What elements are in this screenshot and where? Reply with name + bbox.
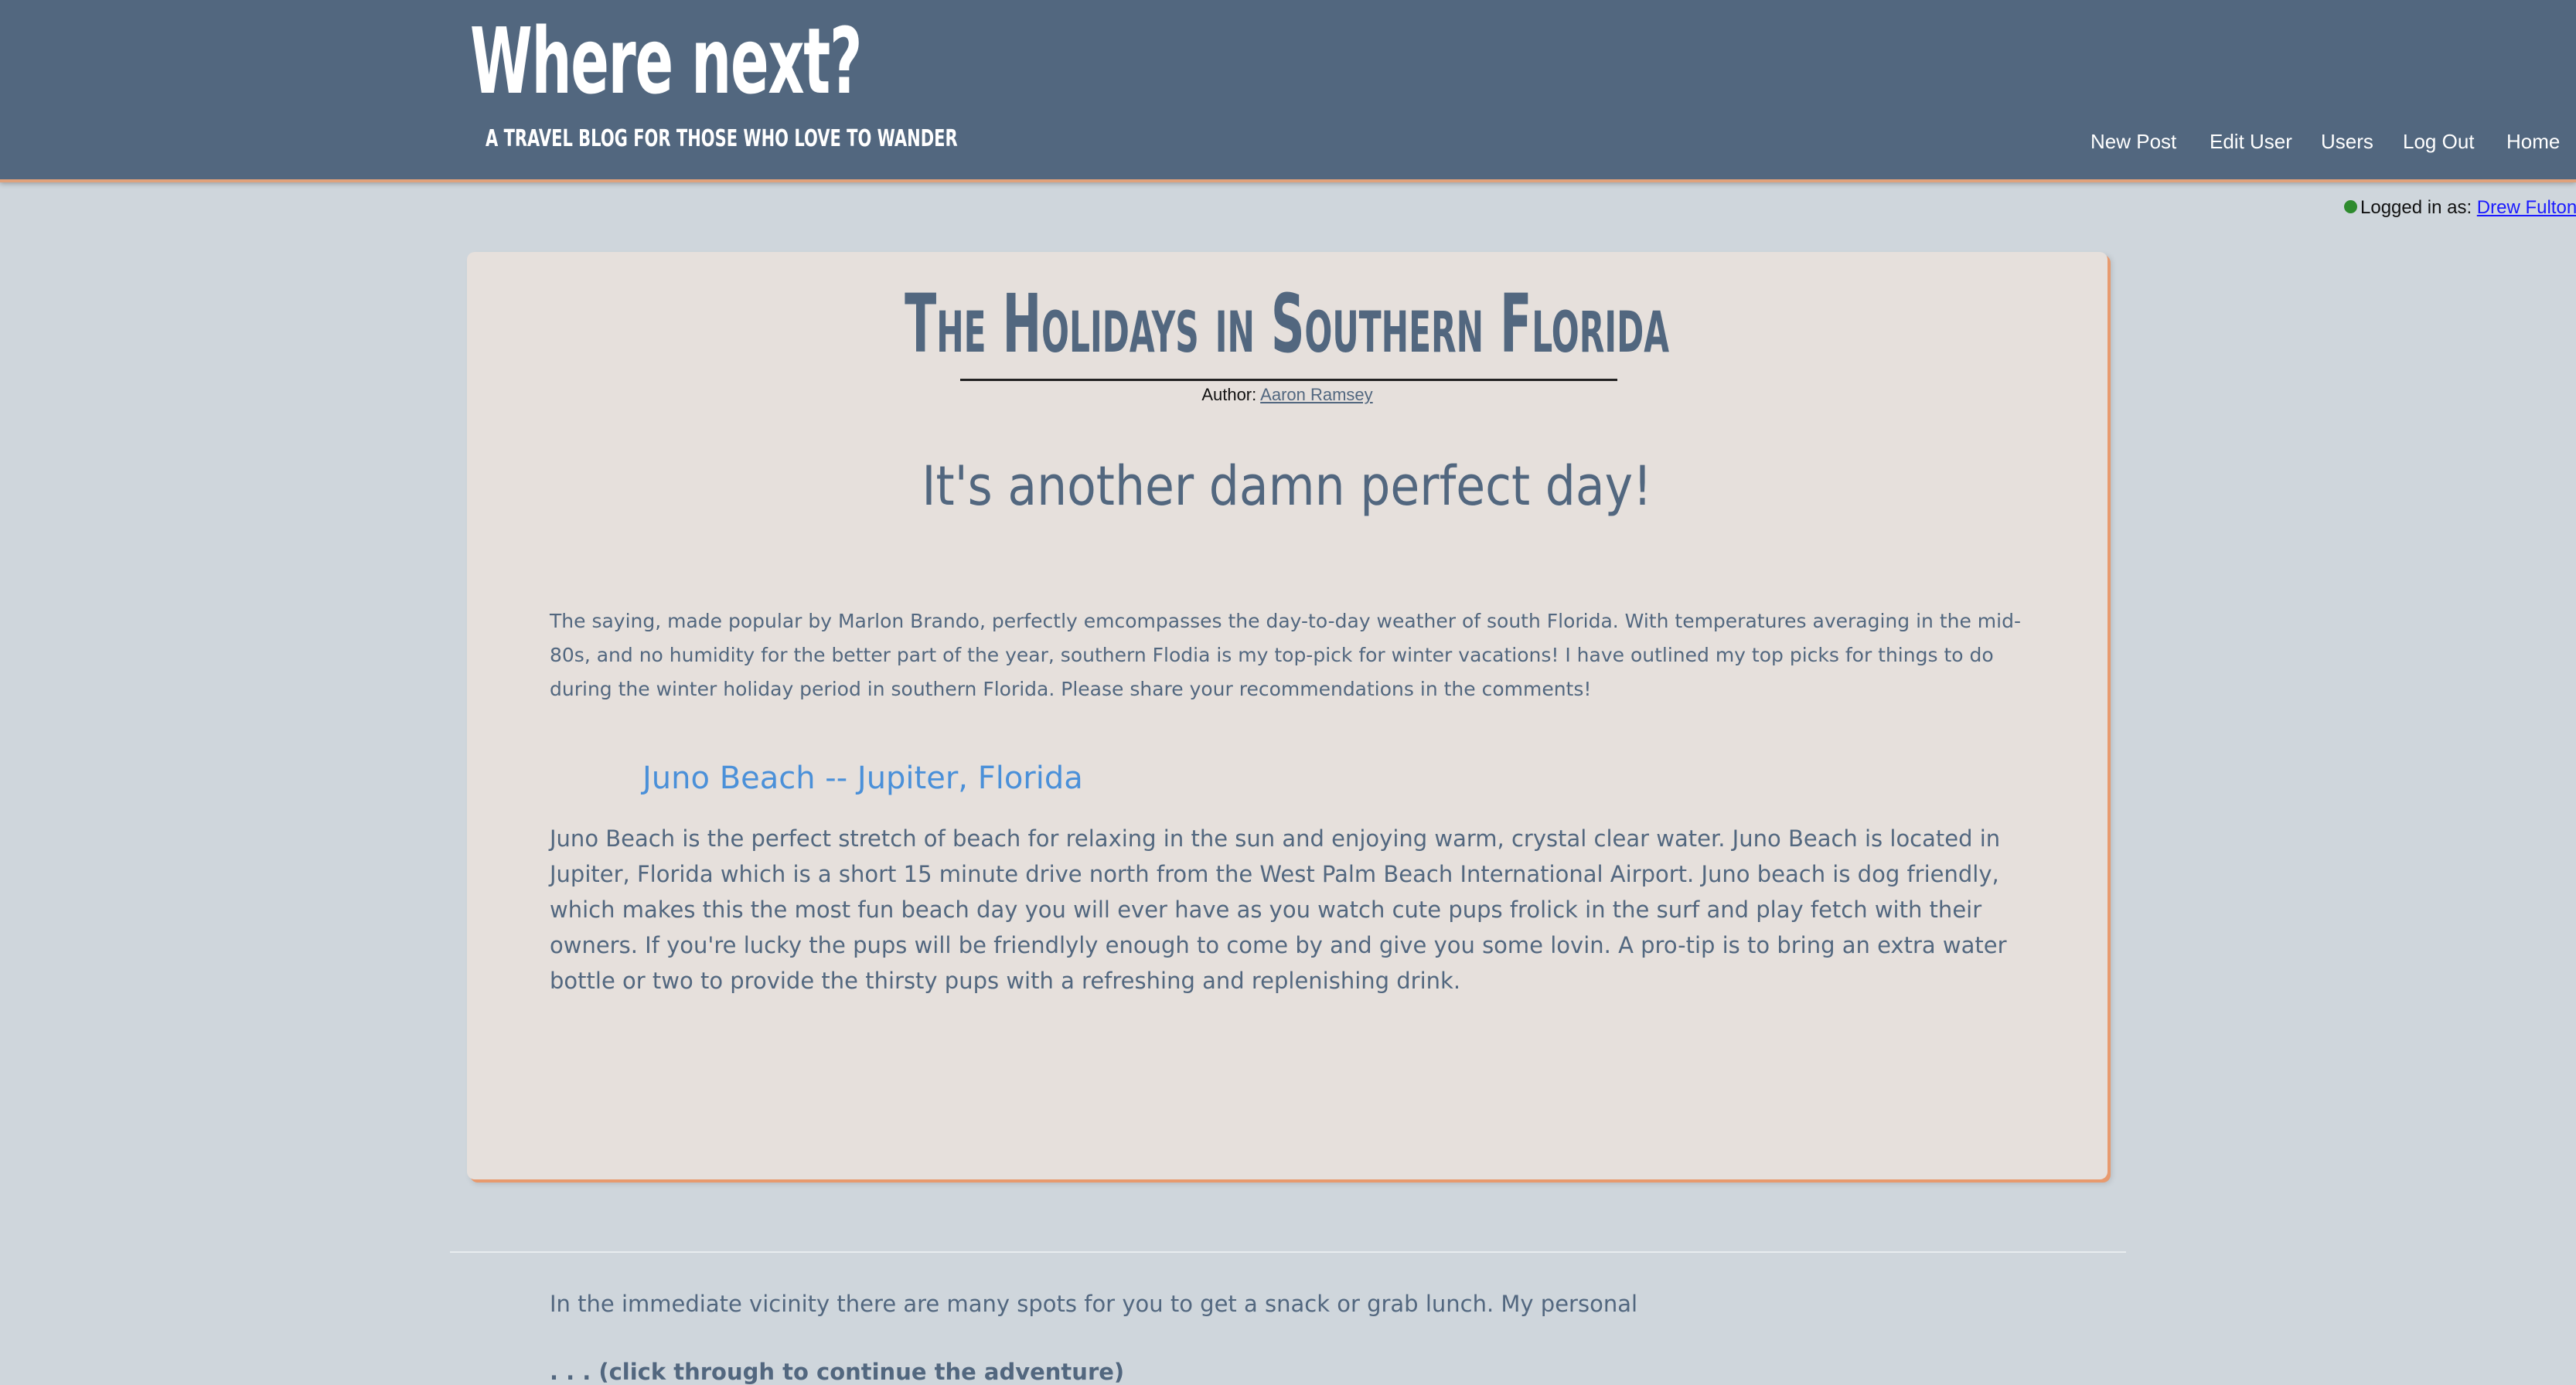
post-title[interactable]: The Holidays in Southern Florida [467, 274, 2107, 374]
nav-new-post[interactable]: New Post [2090, 130, 2176, 154]
nav-log-out[interactable]: Log Out [2403, 130, 2475, 154]
post-card: The Holidays in Southern Florida Author:… [467, 252, 2107, 1385]
author-link[interactable]: Aaron Ramsey [1260, 385, 1373, 404]
post-paragraph-excerpt: In the immediate vicinity there are many… [550, 1291, 1638, 1317]
post-paragraph: Juno Beach is the perfect stretch of bea… [550, 825, 2007, 994]
post-byline: Author: Aaron Ramsey [467, 385, 2107, 405]
post-title-text[interactable]: The Holidays in Southern Florida [905, 274, 1670, 374]
continue-reading-link[interactable]: . . . (click through to continue the adv… [550, 1359, 1124, 1385]
online-status-icon [2344, 200, 2357, 214]
section-heading: Juno Beach -- Jupiter, Florida [642, 761, 1083, 796]
post-subtitle-text: It's another damn perfect day! [922, 454, 1653, 518]
site-title[interactable]: Where next? [470, 3, 862, 119]
page-divider [450, 1251, 2126, 1253]
nav-home[interactable]: Home [2506, 130, 2560, 154]
post-intro: The saying, made popular by Marlon Brand… [550, 610, 2021, 700]
nav-users[interactable]: Users [2321, 130, 2373, 154]
login-status-label: Logged in as: [2360, 197, 2472, 218]
site-header: Where next? A travel blog for those who … [0, 0, 2576, 182]
login-status: Logged in as: Drew Fulton [2344, 197, 2576, 219]
site-tagline: A travel blog for those who love to wand… [486, 125, 958, 152]
nav-edit-user[interactable]: Edit User [2210, 130, 2292, 154]
title-divider [960, 379, 1617, 381]
post-subtitle: It's another damn perfect day! [467, 454, 2107, 518]
logged-in-user-link[interactable]: Drew Fulton [2477, 197, 2576, 218]
byline-label: Author: [1201, 385, 1257, 404]
